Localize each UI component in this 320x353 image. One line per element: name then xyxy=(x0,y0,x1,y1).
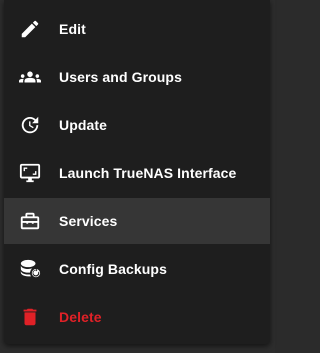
menu-item-label: Config Backups xyxy=(59,261,167,277)
menu-item-label: Update xyxy=(59,117,108,133)
menu-item-edit[interactable]: Edit xyxy=(4,6,270,52)
monitor-icon xyxy=(18,161,42,185)
database-restore-icon xyxy=(18,257,42,281)
menu-item-services[interactable]: Services xyxy=(4,198,270,244)
menu-item-launch-truenas-interface[interactable]: Launch TrueNAS Interface xyxy=(4,150,270,196)
context-menu: Edit Users and Groups Update Launch True… xyxy=(4,0,270,344)
menu-item-users-and-groups[interactable]: Users and Groups xyxy=(4,54,270,100)
menu-item-label: Edit xyxy=(59,21,86,37)
menu-item-update[interactable]: Update xyxy=(4,102,270,148)
menu-item-label: Services xyxy=(59,213,118,229)
toolbox-icon xyxy=(18,209,42,233)
pencil-icon xyxy=(18,17,42,41)
update-icon xyxy=(18,113,42,137)
menu-item-label: Delete xyxy=(59,309,102,325)
menu-item-label: Launch TrueNAS Interface xyxy=(59,165,237,181)
menu-item-label: Users and Groups xyxy=(59,69,182,85)
trash-icon xyxy=(18,305,42,329)
users-icon xyxy=(18,65,42,89)
menu-item-config-backups[interactable]: Config Backups xyxy=(4,246,270,292)
menu-item-delete[interactable]: Delete xyxy=(4,294,270,340)
